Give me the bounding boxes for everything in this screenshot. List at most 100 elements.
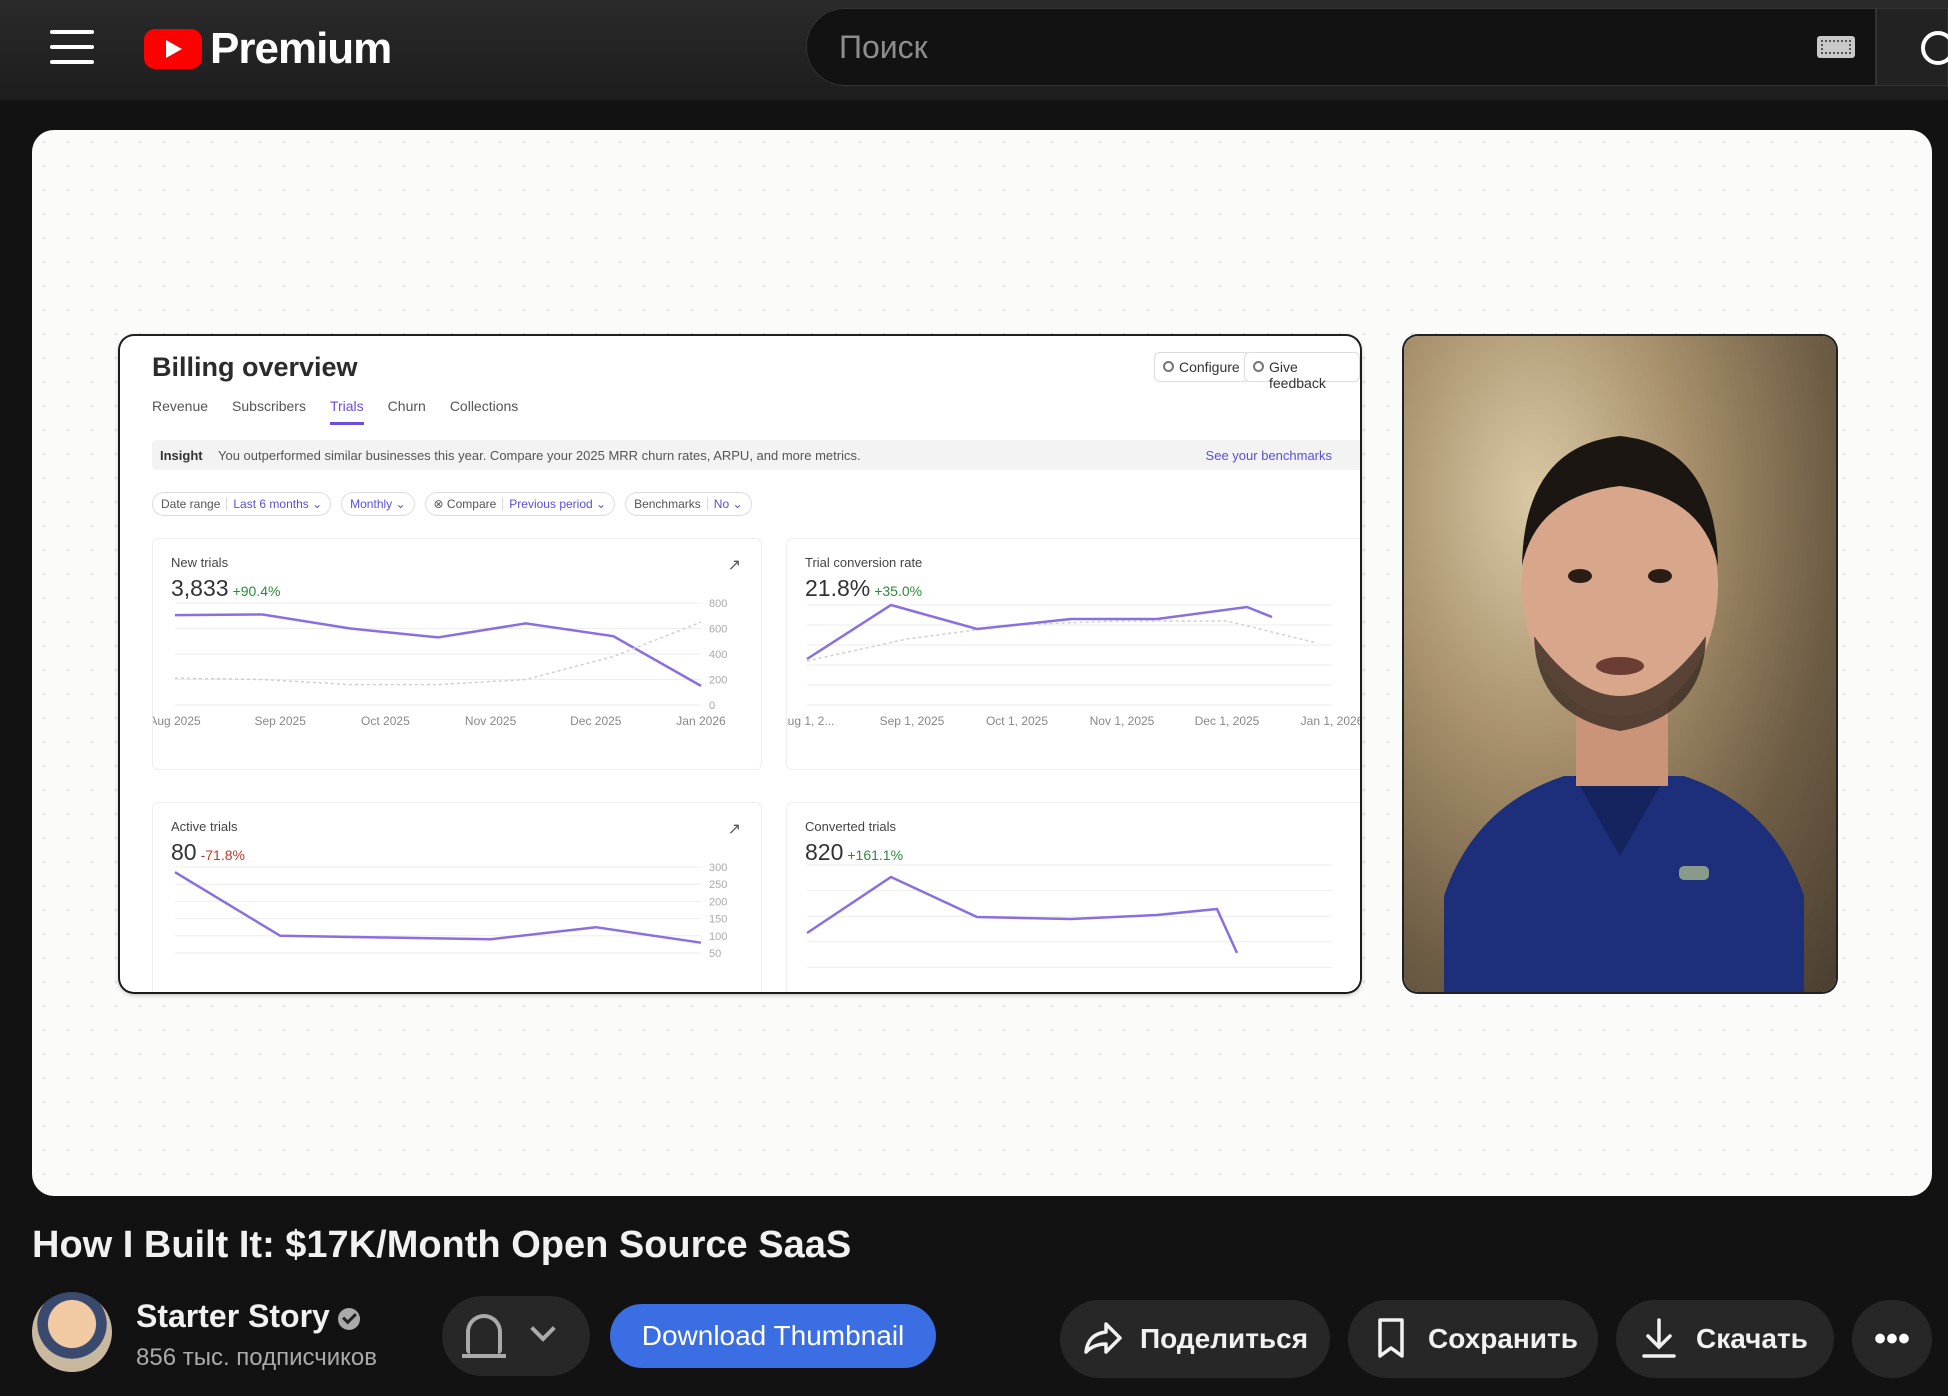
dashboard-title: Billing overview — [152, 352, 358, 382]
youtube-play-icon — [144, 29, 202, 69]
y-tick-label: 0 — [709, 700, 715, 712]
y-tick-label: 600 — [709, 624, 727, 636]
channel-name-text[interactable]: Starter Story — [136, 1298, 330, 1334]
x-tick-label: Jan 2026 — [676, 714, 726, 728]
save-button[interactable]: Сохранить — [1348, 1300, 1598, 1378]
download-label: Скачать — [1696, 1323, 1808, 1354]
notification-bell-button[interactable] — [442, 1296, 590, 1376]
youtube-premium-logo[interactable]: Premium — [144, 24, 392, 74]
y-tick-label: 300 — [709, 862, 727, 874]
tab-collections: Collections — [449, 398, 519, 414]
active-trials-chart: 300 250 200 150 100 50 — [174, 862, 727, 960]
video-player[interactable]: Billing overview Configure Give feedback… — [32, 130, 1932, 1196]
panel-value: 3,833 +90.4% — [171, 575, 280, 602]
x-tick-label: Nov 2025 — [465, 714, 517, 728]
bell-icon — [462, 1314, 506, 1358]
delta-badge: +35.0% — [874, 583, 923, 599]
share-button[interactable]: Поделиться — [1060, 1300, 1330, 1378]
filter-value: Monthly ⌄ — [350, 497, 406, 511]
chevron-down-icon — [530, 1316, 556, 1342]
feedback-label: Give feedback — [1269, 359, 1326, 391]
panel-value: 21.8% +35.0% — [805, 575, 922, 602]
panel-label: Converted trials — [805, 819, 897, 834]
video-title: How I Built It: $17K/Month Open Source S… — [32, 1224, 852, 1266]
series-line — [174, 871, 702, 944]
filter-benchmarks: Benchmarks No ⌄ — [625, 492, 752, 516]
filter-interval: Monthly ⌄ — [341, 492, 415, 516]
x-tick-label: Oct 1, 2025 — [986, 714, 1048, 728]
search-bar — [806, 8, 1876, 86]
tab-churn: Churn — [387, 398, 426, 414]
verified-icon — [337, 1307, 360, 1330]
filter-label: ⊗ Compare — [433, 497, 497, 511]
x-tick-label: Sep 1, 2025 — [880, 714, 945, 728]
download-button[interactable]: Скачать — [1616, 1300, 1834, 1378]
insight-banner: Insight You outperformed similar busines… — [152, 440, 1360, 470]
feedback-button: Give feedback — [1244, 352, 1360, 391]
x-tick-label: Jan 1, 2026 — [1301, 714, 1360, 728]
filter-bar: Date range Last 6 months ⌄ Monthly ⌄ ⊗ Co… — [152, 492, 752, 516]
series-line — [174, 613, 702, 687]
expand-arrow-icon: ↗ — [727, 821, 741, 838]
channel-name[interactable]: Starter Story — [136, 1298, 360, 1335]
expand-arrow-icon: ↗ — [727, 557, 741, 574]
benchmarks-link: See your benchmarks — [1205, 448, 1332, 463]
panel-value: 80 -71.8% — [171, 839, 245, 866]
filter-value: Last 6 months ⌄ — [226, 497, 323, 511]
menu-icon[interactable] — [50, 30, 94, 66]
tab-trials: Trials — [329, 398, 364, 425]
tab-revenue: Revenue — [152, 398, 209, 414]
billing-dashboard-screenshot: Billing overview Configure Give feedback… — [120, 336, 1360, 992]
filter-label: Benchmarks — [634, 497, 701, 511]
x-tick-label: Aug 2025 — [153, 714, 201, 728]
search-button[interactable] — [1876, 8, 1948, 86]
series-line — [806, 620, 1318, 662]
value-text: 3,833 — [171, 575, 229, 601]
save-label: Сохранить — [1428, 1323, 1578, 1354]
configure-label: Configure — [1179, 359, 1240, 375]
top-bar: Premium — [0, 0, 1948, 100]
panel-value: 820 +161.1% — [805, 839, 903, 866]
presenter-webcam — [1404, 336, 1836, 992]
panel-converted-trials: Converted trials 820 +161.1% — [786, 802, 1360, 992]
panel-new-trials: 800 600 400 200 0 Aug 2025 Sep 2025 Oct 2025 Nov… — [152, 538, 762, 770]
x-tick-label: Sep 2025 — [255, 714, 307, 728]
search-input[interactable] — [839, 28, 1739, 66]
bookmark-icon — [1378, 1318, 1404, 1358]
keyboard-icon[interactable] — [1817, 36, 1855, 58]
download-icon — [1642, 1318, 1676, 1358]
filter-value: Previous period ⌄ — [502, 497, 607, 511]
comment-icon — [1253, 361, 1264, 372]
delta-badge: +90.4% — [232, 583, 281, 599]
panel-label: Trial conversion rate — [805, 555, 923, 570]
share-label: Поделиться — [1140, 1323, 1309, 1354]
filter-value: No ⌄ — [706, 497, 743, 511]
y-tick-label: 400 — [709, 649, 727, 661]
dashboard-tabs: Revenue Subscribers Trials Churn Collect… — [152, 398, 518, 425]
conversion-chart: Aug 1, 2... Sep 1, 2025 Oct 1, 2025 Nov 1, … — [787, 603, 1360, 728]
x-tick-label: Dec 2025 — [570, 714, 622, 728]
y-tick-label: 800 — [709, 598, 727, 610]
value-text: 820 — [805, 839, 844, 865]
download-thumbnail-button[interactable]: Download Thumbnail — [610, 1304, 936, 1368]
subscriber-count: 856 тыс. подписчиков — [136, 1344, 378, 1371]
new-trials-chart: 800 600 400 200 0 Aug 2025 Sep 2025 Oct 2025 Nov… — [153, 598, 727, 728]
panel-active-trials: 300 250 200 150 100 50 Active trials 80 -71.8%… — [152, 802, 762, 992]
page: Premium Billing overview Configure Give … — [0, 0, 1948, 1396]
more-actions-button[interactable]: ••• — [1852, 1300, 1932, 1378]
share-icon — [1084, 1322, 1122, 1354]
panel-label: New trials — [171, 555, 229, 570]
channel-avatar[interactable] — [32, 1292, 112, 1372]
x-tick-label: Aug 1, 2... — [787, 714, 834, 728]
search-icon — [1921, 31, 1948, 65]
y-tick-label: 150 — [709, 914, 727, 926]
series-line — [806, 603, 1273, 661]
gear-icon — [1163, 361, 1174, 372]
series-line — [174, 621, 702, 686]
configure-button: Configure — [1154, 352, 1251, 382]
y-tick-label: 100 — [709, 931, 727, 943]
x-tick-label: Oct 2025 — [361, 714, 410, 728]
y-tick-label: 200 — [709, 896, 727, 908]
panel-trial-conversion: Aug 1, 2... Sep 1, 2025 Oct 1, 2025 Nov 1, … — [786, 538, 1360, 770]
tab-subscribers: Subscribers — [232, 398, 306, 414]
